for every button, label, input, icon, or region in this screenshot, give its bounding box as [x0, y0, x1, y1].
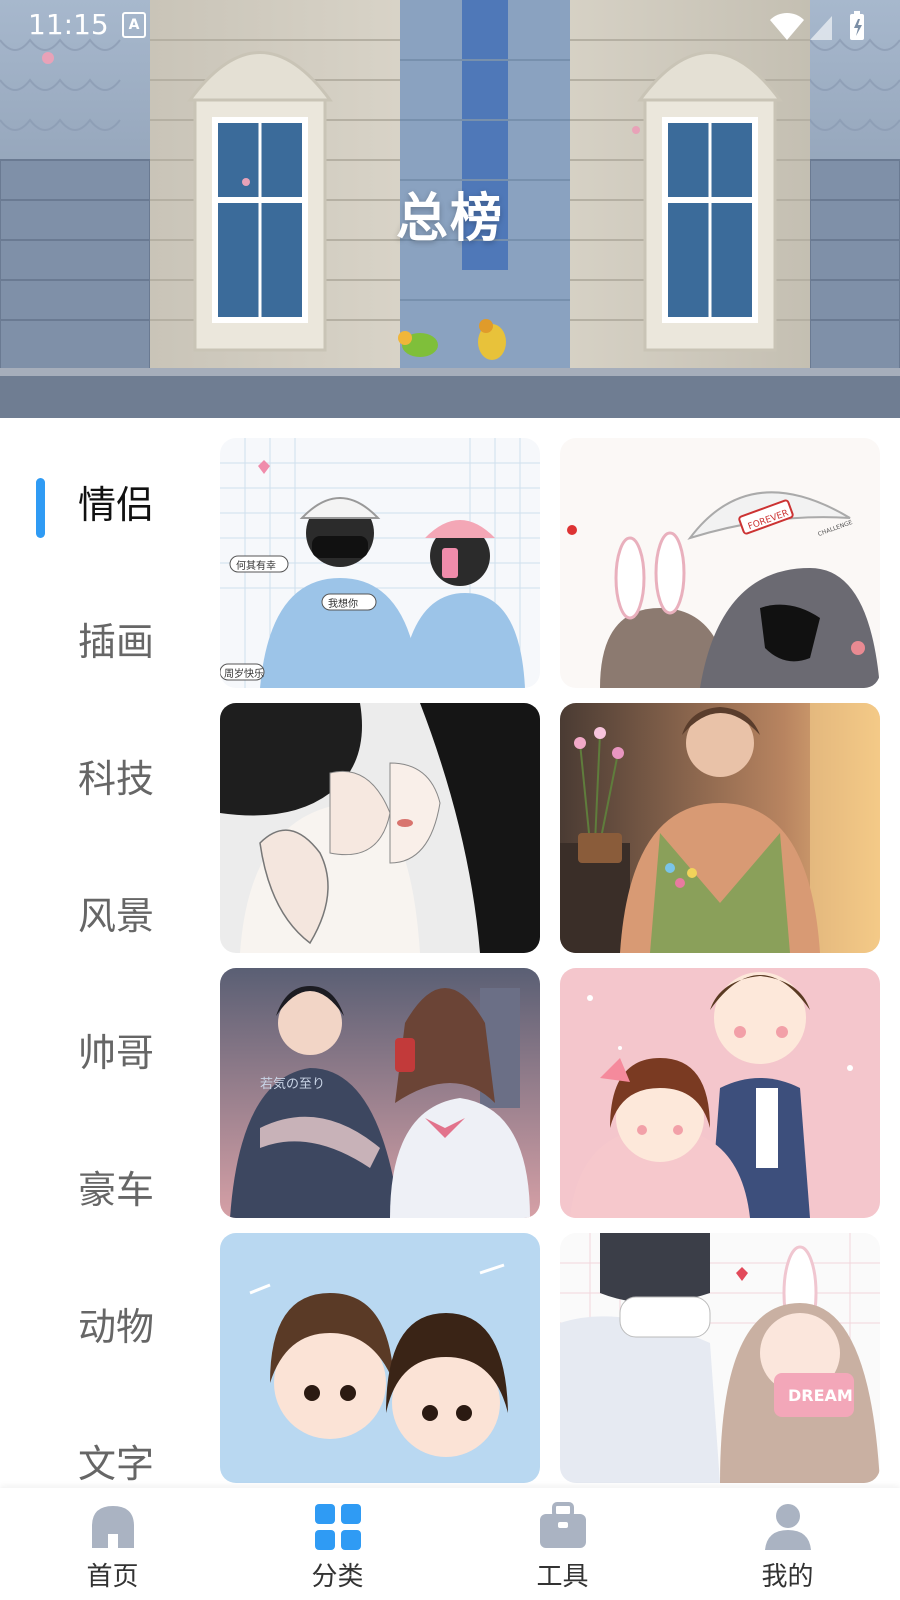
wallpaper-thumbnail	[220, 1233, 540, 1483]
wallpaper-card[interactable]	[560, 968, 880, 1218]
header-banner: 11:15 A 总榜	[0, 0, 900, 418]
wallpaper-caption: 若気の至り	[260, 1076, 325, 1092]
wallpaper-card[interactable]	[220, 1233, 540, 1483]
nav-label: 首页	[86, 1562, 139, 1592]
wallpaper-caption: 何其有幸	[236, 559, 276, 572]
wallpaper-thumbnail	[560, 968, 880, 1218]
category-label: 动物	[78, 1305, 155, 1349]
nav-label: 我的	[761, 1562, 814, 1592]
category-item-couple[interactable]: 情侣	[0, 438, 210, 538]
status-time: 11:15	[28, 8, 109, 41]
battery-icon	[850, 11, 864, 40]
wallpaper-thumbnail: 何其有幸 我想你 周岁快乐	[220, 438, 540, 688]
category-label: 风景	[78, 894, 155, 938]
category-item-animals[interactable]: 动物	[0, 1260, 210, 1349]
nav-label: 工具	[536, 1562, 589, 1592]
nav-label: 分类	[311, 1562, 364, 1592]
wallpaper-card[interactable]: 若気の至り	[220, 968, 540, 1218]
category-label: 科技	[78, 757, 155, 801]
wallpaper-card[interactable]	[560, 703, 880, 953]
status-bar: 11:15 A	[0, 0, 900, 52]
category-item-technology[interactable]: 科技	[0, 712, 210, 801]
nav-home[interactable]: 首页	[0, 1488, 225, 1600]
page-title: 总榜	[395, 189, 504, 249]
category-label: 豪车	[78, 1168, 155, 1212]
category-item-handsome[interactable]: 帅哥	[0, 986, 210, 1075]
category-label: 文字	[78, 1442, 155, 1486]
nav-tools[interactable]: 工具	[450, 1488, 675, 1600]
grid-icon	[315, 1504, 361, 1550]
wallpaper-thumbnail: DREAM	[560, 1233, 880, 1483]
wallpaper-thumbnail: FOREVER CHALLENGE	[560, 438, 880, 688]
signal-icon	[810, 16, 832, 40]
category-item-scenery[interactable]: 风景	[0, 849, 210, 938]
category-label: 情侣	[78, 483, 155, 527]
nav-mine[interactable]: 我的	[675, 1488, 900, 1600]
wallpaper-card[interactable]: FOREVER CHALLENGE	[560, 438, 880, 688]
wallpaper-card[interactable]: DREAM	[560, 1233, 880, 1483]
home-icon	[92, 1506, 134, 1548]
wallpaper-card[interactable]	[220, 703, 540, 953]
category-item-text[interactable]: 文字	[0, 1397, 210, 1486]
wallpaper-caption: DREAM	[788, 1386, 853, 1405]
wallpaper-grid: 何其有幸 我想你 周岁快乐 FOREVER CHALLENGE 若気の至り DR…	[220, 438, 880, 1488]
category-sidebar: 情侣 插画 科技 风景 帅哥 豪车 动物 文字	[0, 418, 210, 1488]
category-item-cars[interactable]: 豪车	[0, 1123, 210, 1212]
person-icon	[765, 1504, 811, 1550]
notification-icon: A	[122, 12, 146, 38]
toolbox-icon	[540, 1502, 586, 1548]
wallpaper-thumbnail	[220, 703, 540, 953]
category-label: 插画	[78, 620, 155, 664]
wallpaper-thumbnail	[560, 703, 880, 953]
status-icons	[770, 11, 864, 40]
active-indicator	[36, 478, 45, 538]
wallpaper-card[interactable]: 何其有幸 我想你 周岁快乐	[220, 438, 540, 688]
category-label: 帅哥	[78, 1031, 155, 1075]
category-item-illustration[interactable]: 插画	[0, 575, 210, 664]
nav-category[interactable]: 分类	[225, 1488, 450, 1600]
wallpaper-caption: 周岁快乐	[224, 667, 264, 680]
wifi-icon	[770, 12, 804, 40]
bottom-navigation: 首页 分类 工具 我的	[0, 1488, 900, 1600]
wallpaper-caption: 我想你	[328, 597, 358, 610]
wallpaper-thumbnail: 若気の至り	[220, 968, 540, 1218]
